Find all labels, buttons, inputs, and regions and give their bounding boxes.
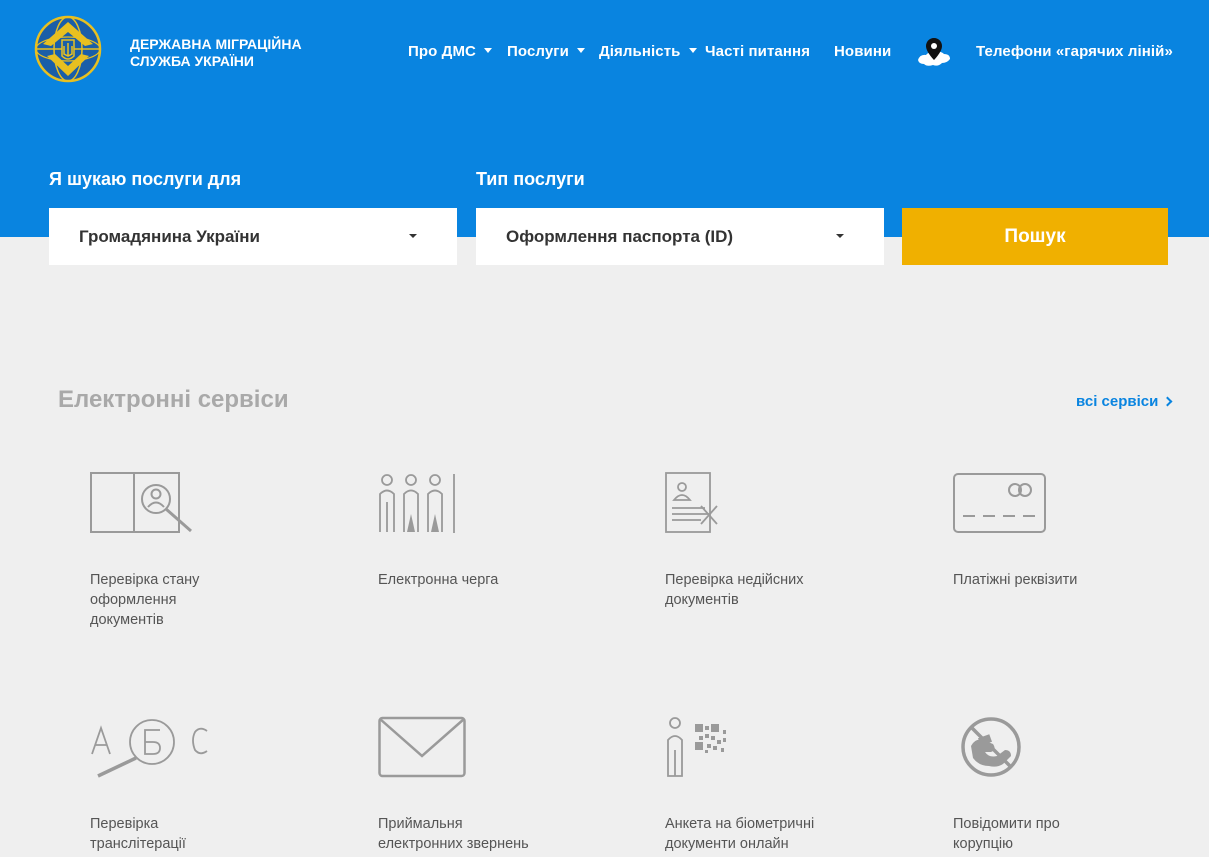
- search-button[interactable]: Пошук: [902, 208, 1168, 265]
- envelope-icon: [378, 716, 466, 778]
- service-label-line: Електронна черга: [378, 572, 499, 588]
- chevron-down-icon: [688, 47, 697, 53]
- service-label: Платіжні реквізити: [953, 570, 1077, 590]
- service-payment-details[interactable]: Платіжні реквізити: [953, 472, 1133, 612]
- service-document-status[interactable]: Перевірка стану оформлення документів: [90, 472, 270, 632]
- nav-about[interactable]: Про ДМС: [408, 43, 492, 60]
- service-label-line: Перевірка недійсних: [665, 572, 804, 588]
- service-biometric-form[interactable]: Анкета на біометричні документи онлайн: [665, 716, 845, 857]
- service-label-line: документи онлайн: [665, 836, 789, 852]
- service-label: Перевірка стану оформлення документів: [90, 570, 199, 630]
- service-label-line: електронних звернень: [378, 836, 529, 852]
- nav-news[interactable]: Новини: [834, 43, 891, 60]
- payment-card-icon: [953, 473, 1046, 533]
- services-title: Електронні сервіси: [58, 386, 289, 413]
- service-label-line: Перевірка стану: [90, 572, 200, 588]
- brand-name[interactable]: ДЕРЖАВНА МІГРАЦІЙНА СЛУЖБА УКРАЇНИ: [130, 36, 350, 70]
- chevron-down-icon: [836, 234, 844, 238]
- service-label: Перевірка недійсних документів: [665, 570, 804, 610]
- all-services-label: всі сервіси: [1076, 393, 1159, 410]
- transliteration-icon: [91, 719, 208, 778]
- service-label: Перевірка транслітерації: [90, 814, 186, 854]
- service-label-line: Анкета на біометричні: [665, 816, 815, 832]
- nav-news-label: Новини: [834, 43, 892, 60]
- no-corruption-icon: [961, 717, 1021, 777]
- service-label-line: Приймальня: [378, 816, 463, 832]
- chevron-down-icon: [484, 47, 492, 53]
- service-label-line: Повідомити про: [953, 816, 1060, 832]
- service-label: Приймальня електронних звернень: [378, 814, 529, 854]
- service-label-line: транслітерації: [90, 836, 186, 852]
- nav-faq[interactable]: Часті питання: [705, 43, 810, 60]
- hotlines-link[interactable]: Телефони «гарячих ліній»: [976, 43, 1173, 60]
- invalid-document-icon: [665, 472, 718, 533]
- chevron-down-icon: [576, 47, 585, 53]
- ukraine-map-pin-icon[interactable]: [916, 36, 952, 70]
- service-report-corruption[interactable]: Повідомити про корупцію: [953, 716, 1133, 857]
- citizen-type-value: Громадянина України: [79, 227, 260, 246]
- service-type-select[interactable]: Оформлення паспорта (ID): [476, 208, 884, 265]
- nav-activity-label: Діяльність: [599, 43, 681, 60]
- service-type-label: Тип послуги: [476, 169, 585, 189]
- chevron-right-icon: [1162, 396, 1173, 407]
- service-label-line: документів: [90, 612, 164, 628]
- dms-emblem-logo[interactable]: [33, 14, 103, 84]
- brand-line-2: СЛУЖБА УКРАЇНИ: [130, 53, 254, 69]
- service-transliteration[interactable]: Перевірка транслітерації: [90, 716, 270, 857]
- nav-activity[interactable]: Діяльність: [599, 43, 697, 60]
- service-invalid-documents[interactable]: Перевірка недійсних документів: [665, 472, 845, 612]
- service-electronic-queue[interactable]: Електронна черга: [378, 472, 558, 612]
- service-label-line: Платіжні реквізити: [953, 572, 1078, 588]
- service-electronic-appeals[interactable]: Приймальня електронних звернень: [378, 716, 558, 857]
- service-type-value: Оформлення паспорта (ID): [506, 227, 734, 246]
- search-for-label: Я шукаю послуги для: [49, 169, 242, 189]
- chevron-down-icon: [409, 234, 417, 238]
- service-label: Електронна черга: [378, 570, 498, 590]
- nav-about-label: Про ДМС: [408, 43, 476, 60]
- service-label: Повідомити про корупцію: [953, 814, 1060, 854]
- service-label-line: документів: [665, 592, 739, 608]
- nav-faq-label: Часті питання: [705, 43, 811, 60]
- brand-line-1: ДЕРЖАВНА МІГРАЦІЙНА: [130, 36, 302, 52]
- service-label-line: оформлення: [90, 592, 177, 608]
- queue-people-icon: [379, 474, 455, 533]
- nav-services[interactable]: Послуги: [507, 43, 585, 60]
- service-label-line: Перевірка: [90, 816, 159, 832]
- service-label: Анкета на біометричні документи онлайн: [665, 814, 814, 854]
- nav-services-label: Послуги: [507, 43, 569, 60]
- biometric-qr-icon: [667, 717, 726, 777]
- passport-search-icon: [90, 472, 192, 533]
- all-services-link[interactable]: всі сервіси: [1076, 393, 1173, 410]
- service-label-line: корупцію: [953, 836, 1013, 852]
- citizen-type-select[interactable]: Громадянина України: [49, 208, 457, 265]
